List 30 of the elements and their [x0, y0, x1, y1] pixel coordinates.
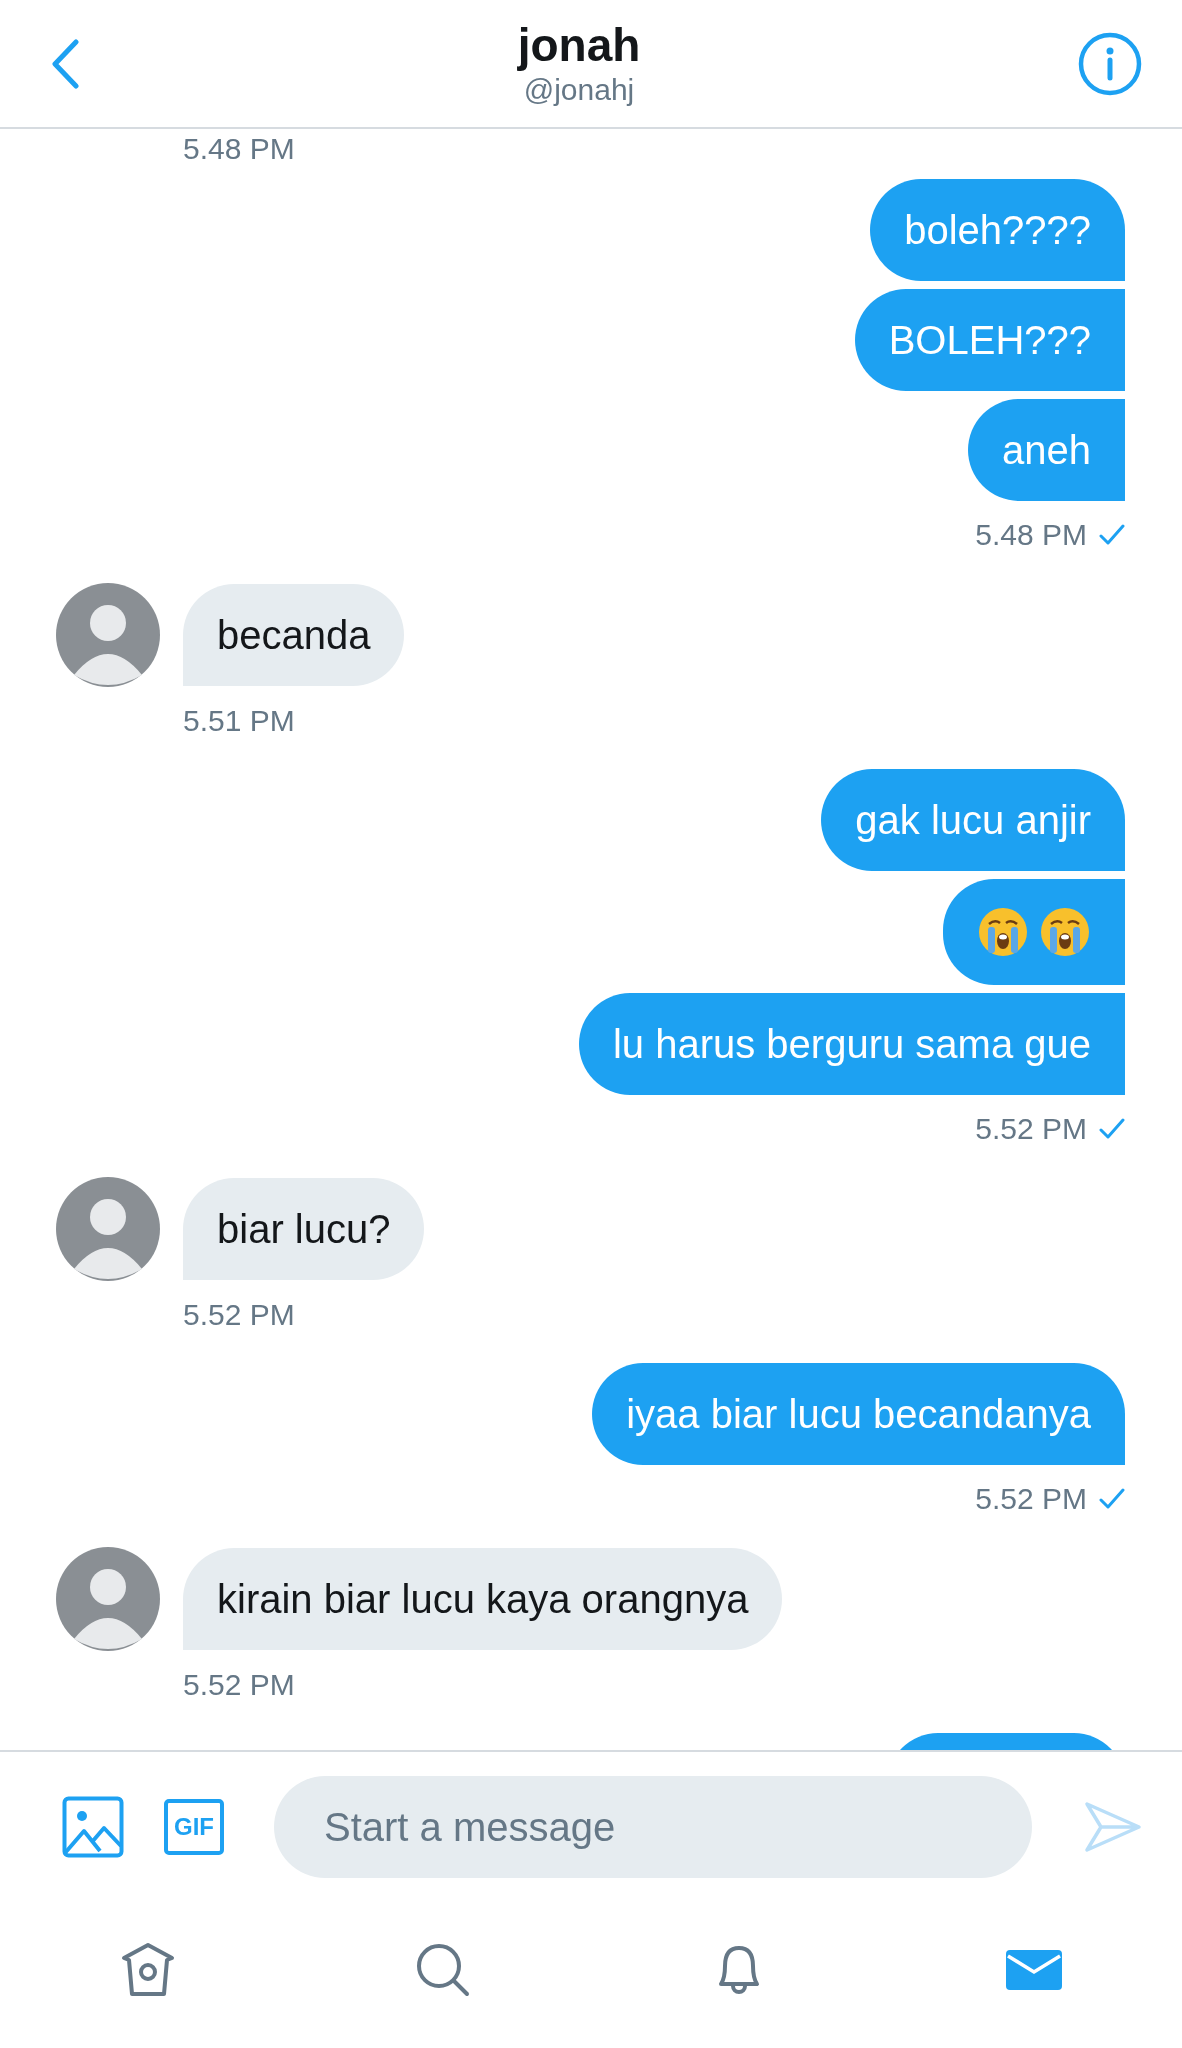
message-bubble: becanda [183, 584, 405, 686]
send-icon [1084, 1801, 1142, 1853]
crying-face-icon [1039, 906, 1091, 958]
send-button[interactable] [1084, 1801, 1142, 1853]
message-time: 5.52 PM [183, 1297, 295, 1333]
message-bubble: lu harus berguru sama gue [578, 993, 1125, 1095]
message-time: 5.52 PM [975, 1481, 1087, 1517]
gif-button[interactable]: GIF [164, 1799, 224, 1855]
contact-name: jonah [517, 18, 641, 71]
info-button[interactable] [1078, 31, 1142, 96]
back-button[interactable] [50, 38, 80, 89]
message-bubble: BOLEH??? [854, 289, 1125, 391]
message-bubble: iyaa biar lucu becandanya [592, 1363, 1125, 1465]
message-bubble: kirain biar lucu kaya orangnya [183, 1548, 783, 1650]
message-bubble: aneh [968, 399, 1125, 501]
message-time: 5.52 PM [975, 1111, 1087, 1147]
back-icon [50, 38, 80, 89]
message-time: 5.51 PM [183, 703, 295, 739]
crying-face-icon [977, 906, 1029, 958]
message-time: 5.48 PM [975, 517, 1087, 553]
info-icon [1078, 31, 1142, 96]
message-time: 5.52 PM [183, 1667, 295, 1703]
image-button[interactable] [62, 1796, 124, 1858]
message-bubble: boleh???? [870, 179, 1125, 281]
image-icon [62, 1796, 124, 1858]
message-bubble: biar lucu? [183, 1178, 425, 1280]
message-bubble: gak lucu anjir [821, 769, 1125, 871]
message-time: 5.48 PM [183, 131, 295, 167]
contact-handle: @jonahj [523, 71, 635, 108]
message-field[interactable]: Start a message [274, 1776, 1032, 1878]
